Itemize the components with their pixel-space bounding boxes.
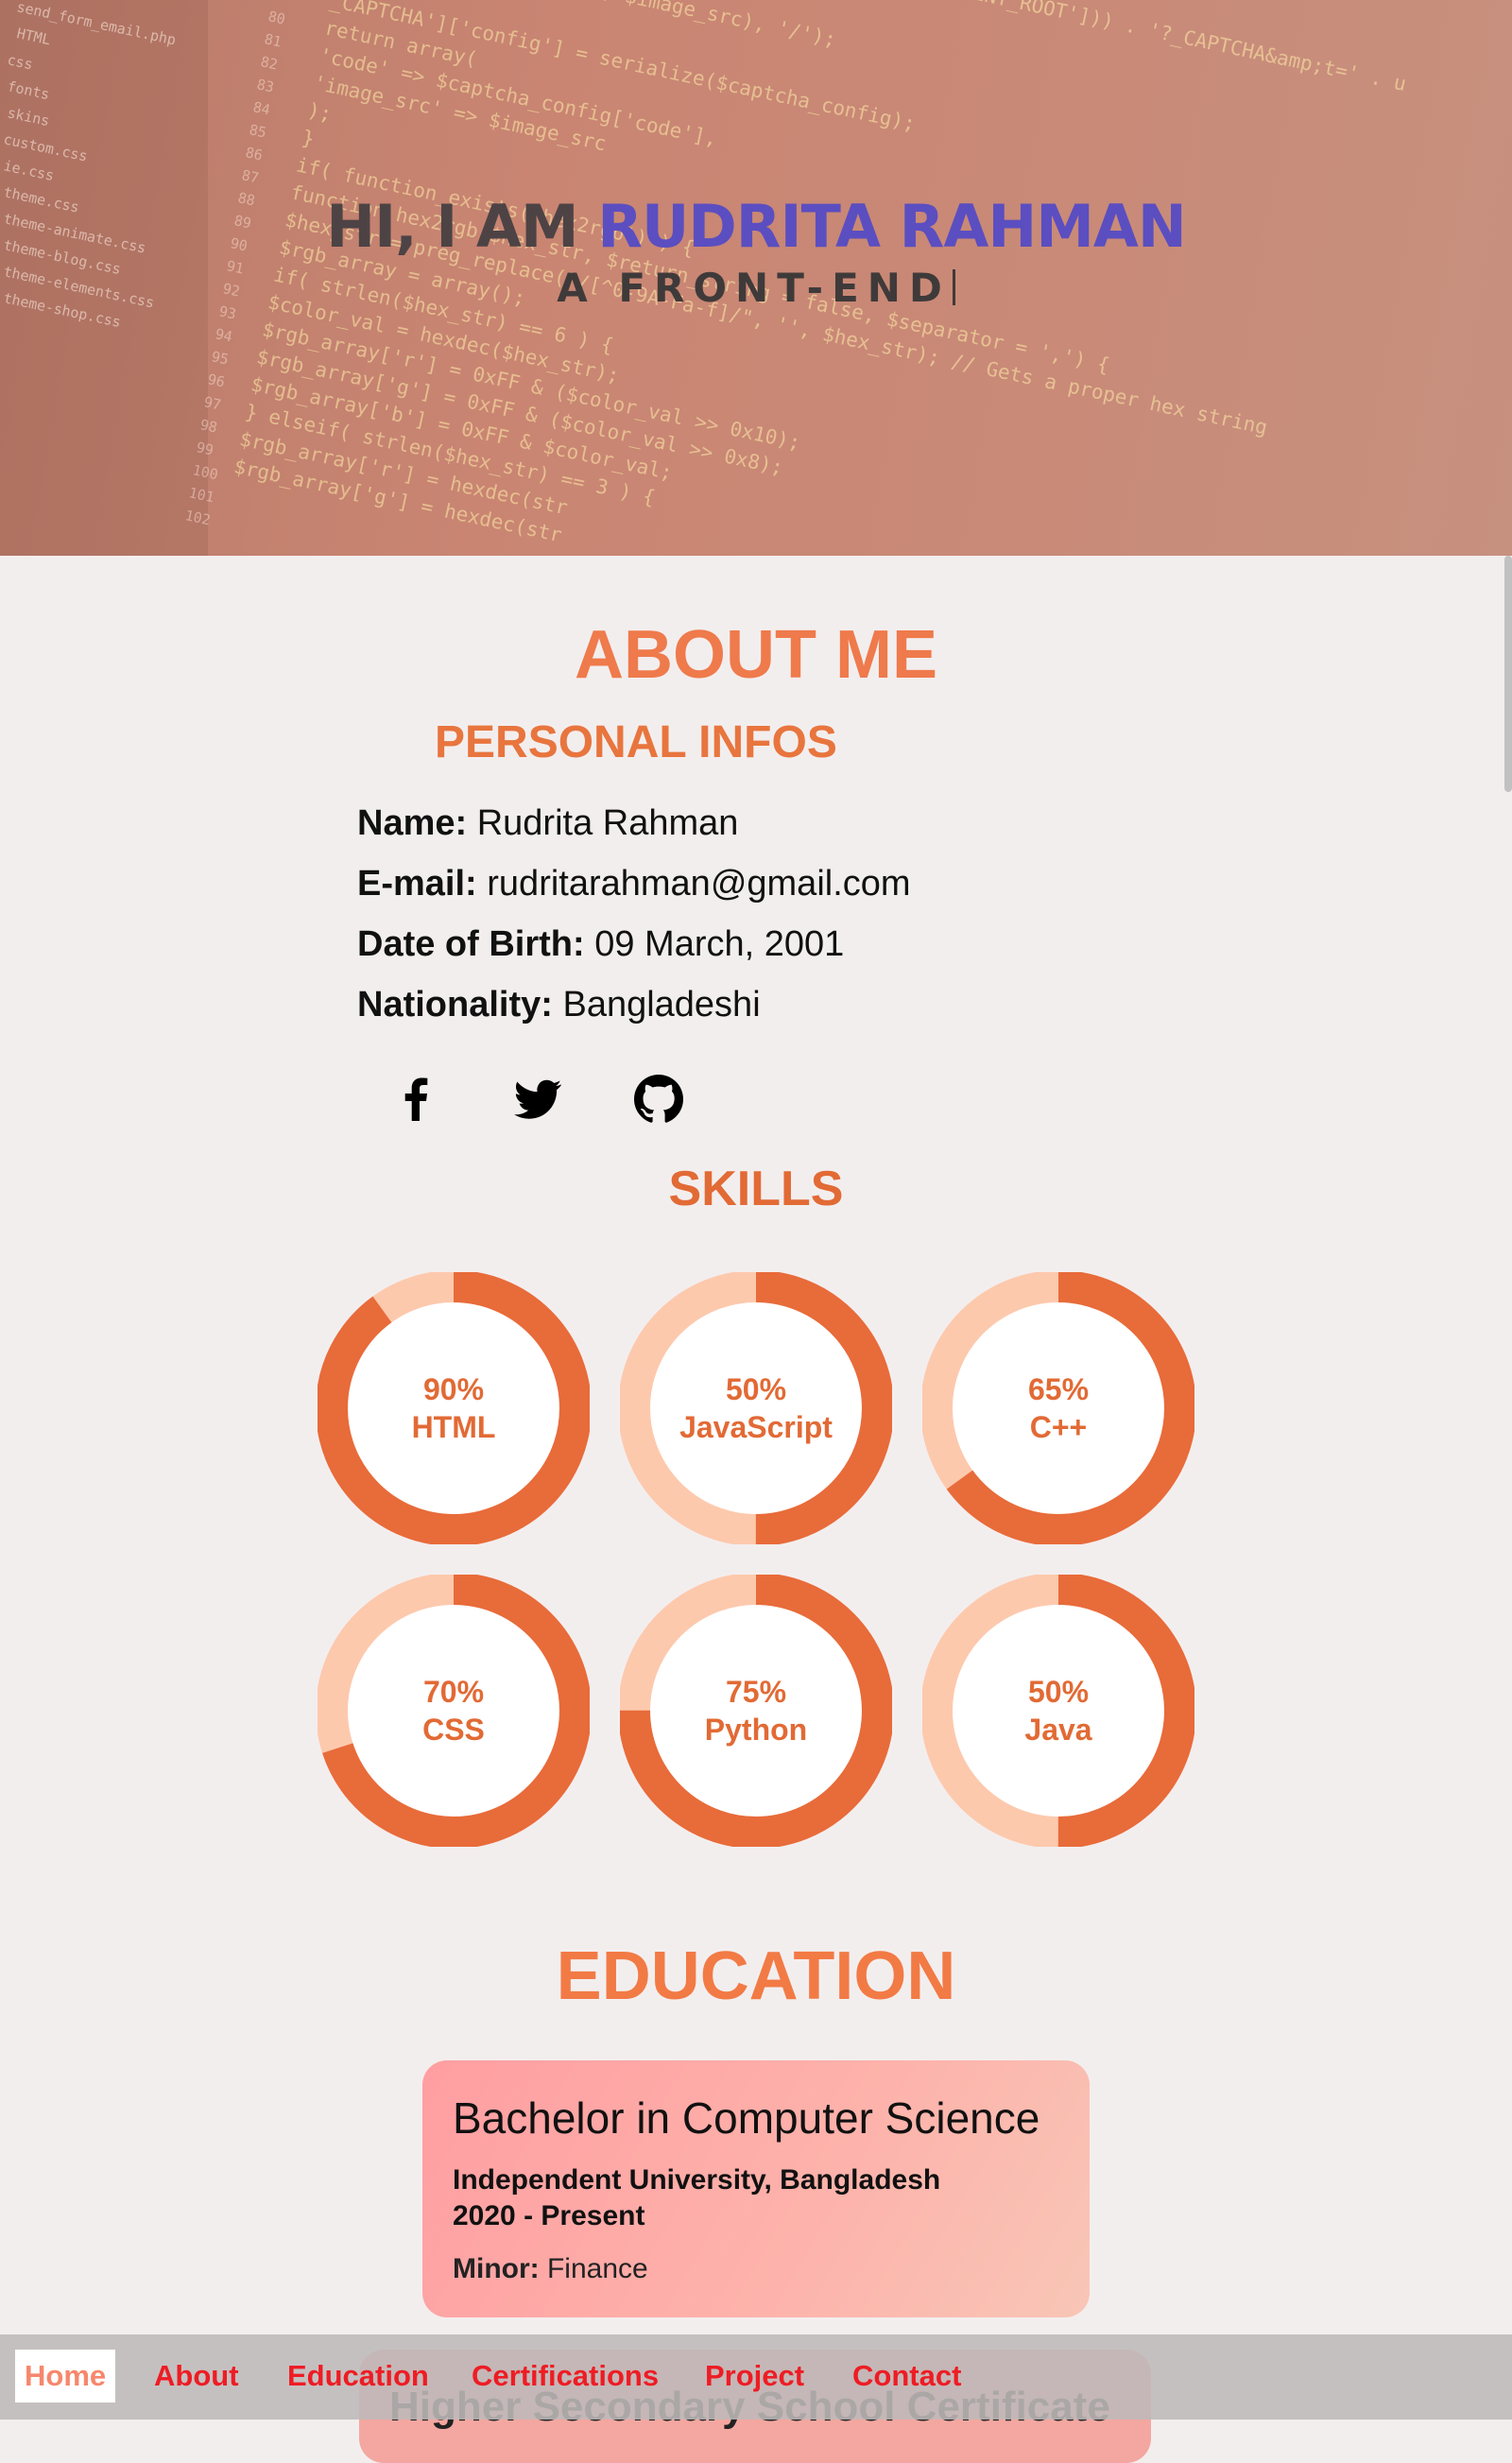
greeting-text: HI, I AM (326, 192, 598, 261)
skill-name: C++ (1029, 1410, 1088, 1444)
skill-label: 75% Python (620, 1575, 892, 1847)
skill-percent: 50% (1027, 1675, 1090, 1709)
line-number: 84 (251, 98, 272, 119)
skill-label: 70% CSS (318, 1575, 590, 1847)
line-number: 96 (206, 370, 227, 391)
hero-greeting: HI, I AM RUDRITA RAHMAN (0, 192, 1512, 261)
line-number: 86 (244, 144, 265, 164)
code-line: '/', $image_src), '/'); (564, 0, 838, 52)
line-number: 83 (255, 76, 276, 96)
line-number: 81 (263, 30, 284, 51)
education-minor: Minor: Finance (453, 2253, 648, 2285)
education-card: Bachelor in Computer Science Independent… (422, 2060, 1090, 2317)
education-title: EDUCATION (556, 1938, 956, 2014)
skill-donut: 75% Python (620, 1575, 892, 1847)
line-number: 99 (195, 439, 215, 459)
degree-title: Bachelor in Computer Science (453, 2093, 1040, 2143)
skill-donut: 70% CSS (318, 1575, 590, 1847)
skill-name: HTML (411, 1410, 496, 1444)
hero-name: RUDRITA RAHMAN (597, 192, 1187, 261)
skill-percent: 90% (422, 1372, 485, 1406)
info-value: 09 March, 2001 (594, 924, 845, 964)
nav-certifications[interactable]: Certifications (462, 2350, 668, 2403)
typed-text: A FRONT-END (557, 265, 951, 311)
skill-donut: 50% Java (922, 1575, 1194, 1847)
skill-name: CSS (422, 1713, 485, 1747)
skill-percent: 75% (725, 1675, 787, 1709)
minor-value: Finance (546, 2253, 648, 2284)
personal-infos-title: PERSONAL INFOS (435, 717, 837, 767)
nav-home[interactable]: Home (15, 2350, 116, 2403)
about-title: ABOUT ME (575, 617, 937, 693)
skills-title: SKILLS (668, 1162, 844, 1216)
skill-name: JavaScript (679, 1410, 833, 1444)
line-number: 80 (266, 8, 287, 28)
hero-banner: send_form_email.php HTML css fonts skins cust… (0, 0, 1512, 556)
info-value: rudritarahman@gmail.com (487, 864, 911, 904)
info-label: E-mail: (357, 864, 477, 904)
line-number: 95 (210, 348, 231, 369)
info-value: Bangladeshi (562, 985, 761, 1025)
education-years: 2020 - Present (453, 2200, 645, 2231)
skill-label: 50% Java (922, 1575, 1194, 1847)
info-label: Date of Birth: (357, 924, 585, 964)
info-name: Name: Rudrita Rahman (357, 803, 738, 844)
info-label: Nationality: (357, 985, 553, 1025)
info-nationality: Nationality: Bangladeshi (357, 985, 761, 1025)
skill-percent: 50% (725, 1372, 787, 1406)
skill-name: Java (1024, 1713, 1092, 1747)
skill-name: Python (704, 1713, 808, 1747)
line-number: 97 (202, 393, 223, 414)
minor-label: Minor: (453, 2253, 540, 2284)
nav-education[interactable]: Education (278, 2350, 438, 2403)
skill-donut: 65% C++ (922, 1272, 1194, 1544)
code-line: ENT_ROOT'])) . '?_CAPTCHA&amp;t=' . u (971, 0, 1409, 95)
line-number: 85 (248, 121, 268, 142)
facebook-icon[interactable] (384, 1066, 450, 1132)
skill-donut: 90% HTML (318, 1272, 590, 1544)
info-value: Rudrita Rahman (476, 803, 739, 843)
typing-cursor (952, 269, 955, 305)
twitter-icon[interactable] (505, 1066, 571, 1132)
skill-donut: 50% JavaScript (620, 1272, 892, 1544)
skill-label: 90% HTML (318, 1272, 590, 1544)
info-label: Name: (357, 803, 468, 843)
hero-typed-subtitle: A FRONT-END (0, 265, 1512, 311)
institution-name: Independent University, Bangladesh (453, 2164, 941, 2196)
code-line: ); (305, 98, 335, 126)
line-number: 87 (240, 166, 261, 187)
github-icon[interactable] (626, 1066, 692, 1132)
code-line: } (300, 126, 317, 151)
skill-percent: 65% (1027, 1372, 1090, 1406)
line-number: 98 (198, 416, 219, 437)
nav-contact[interactable]: Contact (843, 2350, 971, 2403)
skill-label: 65% C++ (922, 1272, 1194, 1544)
line-number: 94 (214, 325, 234, 346)
nav-project[interactable]: Project (696, 2350, 814, 2403)
skill-percent: 70% (422, 1675, 485, 1709)
nav-about[interactable]: About (145, 2350, 249, 2403)
info-dob: Date of Birth: 09 March, 2001 (357, 924, 844, 965)
info-email: E-mail: rudritarahman@gmail.com (357, 864, 911, 904)
skill-label: 50% JavaScript (620, 1272, 892, 1544)
line-number: 82 (259, 53, 280, 74)
